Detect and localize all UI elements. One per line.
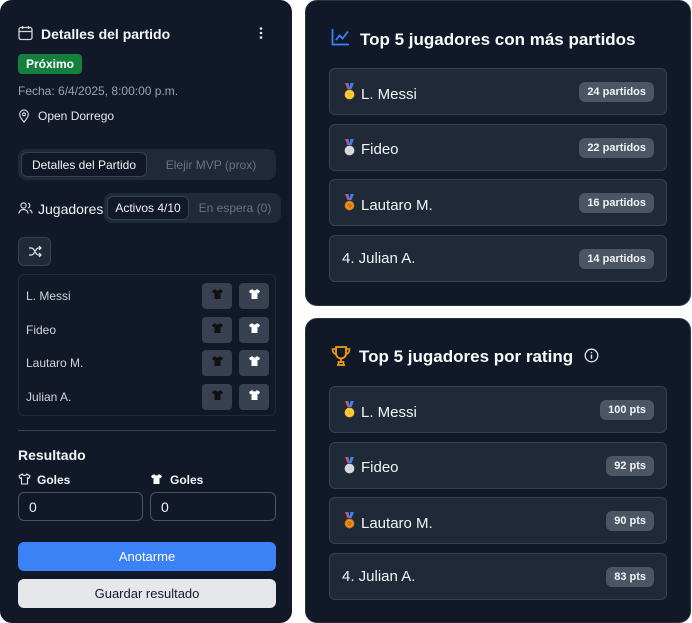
light-shirt-icon bbox=[248, 287, 261, 305]
ranking-value-badge: 90 pts bbox=[606, 511, 654, 532]
match-location: Open Dorrego bbox=[38, 109, 115, 123]
assign-light-team-button[interactable] bbox=[239, 316, 269, 343]
ranking-player-name: 4. Julian A. bbox=[342, 568, 416, 586]
top-rating-item: 4. Julian A. 83 pts bbox=[329, 553, 667, 601]
match-tabs: Detalles del Partido Elejir MVP (prox) bbox=[18, 149, 276, 180]
top-matches-item: L. Messi 24 partidos bbox=[329, 68, 667, 115]
player-name: L. Messi bbox=[26, 289, 71, 303]
shuffle-teams-button[interactable] bbox=[18, 237, 51, 266]
light-shirt-icon bbox=[248, 388, 261, 406]
users-icon bbox=[18, 201, 33, 215]
player-name: Julian A. bbox=[26, 389, 72, 404]
top-matches-item: Lautaro M. 16 partidos bbox=[329, 179, 667, 227]
ranking-value-badge: 83 pts bbox=[606, 567, 654, 588]
ranking-player: Fideo bbox=[342, 138, 399, 161]
tab-match-details[interactable]: Detalles del Partido bbox=[21, 152, 147, 177]
dark-shirt-icon bbox=[211, 354, 224, 372]
info-icon[interactable] bbox=[584, 348, 599, 363]
player-row: L. Messi bbox=[19, 279, 275, 313]
top-matches-item: 4. Julian A. 14 partidos bbox=[329, 235, 667, 283]
filled-shirt-icon bbox=[150, 473, 163, 485]
ranking-player: L. Messi bbox=[342, 83, 417, 105]
ranking-value-badge: 14 partidos bbox=[579, 249, 654, 270]
trophy-icon bbox=[330, 345, 352, 367]
ranking-player-name: Lautaro M. bbox=[361, 196, 433, 214]
assign-dark-team-button[interactable] bbox=[202, 283, 232, 309]
calendar-icon bbox=[18, 25, 33, 41]
save-result-button[interactable]: Guardar resultado bbox=[18, 579, 276, 608]
more-options-icon[interactable] bbox=[255, 26, 267, 40]
ranking-value-badge: 92 pts bbox=[606, 455, 654, 476]
assign-dark-team-button[interactable] bbox=[202, 350, 232, 376]
gold-medal-icon bbox=[342, 401, 357, 423]
silver-medal-icon bbox=[342, 456, 357, 479]
player-list: L. Messi Fideo Lautaro M. Julian A. bbox=[18, 274, 276, 416]
player-row: Fideo bbox=[19, 313, 275, 347]
result-title: Resultado bbox=[18, 447, 86, 463]
top-rating-item: Lautaro M. 90 pts bbox=[329, 497, 667, 545]
assign-light-team-button[interactable] bbox=[239, 350, 269, 376]
player-name: Lautaro M. bbox=[26, 356, 84, 370]
tab-waiting-players[interactable]: En espera (0) bbox=[191, 196, 279, 220]
ranking-value-badge: 100 pts bbox=[600, 400, 654, 420]
player-row: Julian A. bbox=[19, 380, 275, 414]
location-pin-icon bbox=[18, 109, 30, 123]
assign-dark-team-button[interactable] bbox=[202, 316, 232, 343]
ranking-player-name: Lautaro M. bbox=[361, 514, 433, 532]
tab-choose-mvp[interactable]: Elejir MVP (prox) bbox=[149, 152, 273, 177]
ranking-player: L. Messi bbox=[342, 401, 417, 423]
status-badge: Próximo bbox=[18, 54, 83, 74]
match-details-card: Detalles del partido Próximo Fecha: 6/4/… bbox=[0, 0, 292, 623]
players-tabs: Activos 4/10 En espera (0) bbox=[104, 193, 281, 223]
match-date: Fecha: 6/4/2025, 8:00:00 p.m. bbox=[18, 84, 179, 98]
ranking-player: Lautaro M. bbox=[342, 512, 433, 534]
dark-shirt-icon bbox=[211, 287, 224, 305]
ranking-player-name: Fideo bbox=[361, 459, 399, 477]
team-dark-goals-label: Goles bbox=[37, 473, 71, 487]
ranking-player-name: L. Messi bbox=[361, 85, 417, 103]
divider bbox=[18, 430, 276, 431]
bronze-medal-icon bbox=[342, 512, 357, 534]
ranking-player-name: L. Messi bbox=[361, 403, 417, 421]
line-chart-icon bbox=[331, 28, 350, 46]
top-rating-item: L. Messi 100 pts bbox=[329, 386, 667, 433]
ranking-player-name: Fideo bbox=[361, 141, 399, 159]
team-dark-goals-input[interactable]: 0 bbox=[18, 492, 143, 521]
ranking-player: 4. Julian A. bbox=[342, 568, 415, 585]
match-title: Detalles del partido bbox=[41, 26, 171, 42]
ranking-player-name: 4. Julian A. bbox=[342, 250, 416, 268]
ranking-player: 4. Julian A. bbox=[342, 250, 415, 267]
top-rating-item: Fideo 92 pts bbox=[329, 441, 667, 489]
top-matches-item: Fideo 22 partidos bbox=[329, 123, 667, 171]
ranking-player: Lautaro M. bbox=[342, 194, 433, 216]
top-matches-title: Top 5 jugadores con más partidos bbox=[360, 30, 636, 49]
players-label: Jugadores bbox=[38, 201, 104, 217]
tab-active-players[interactable]: Activos 4/10 bbox=[107, 196, 189, 220]
top-rating-card: Top 5 jugadores por rating L. Messi 100 p… bbox=[305, 318, 691, 623]
player-name: Fideo bbox=[26, 322, 57, 337]
top-rating-title: Top 5 jugadores por rating bbox=[359, 347, 574, 366]
ranking-value-badge: 24 partidos bbox=[579, 82, 654, 102]
assign-light-team-button[interactable] bbox=[239, 283, 269, 309]
outline-shirt-icon bbox=[18, 473, 31, 485]
dark-shirt-icon bbox=[211, 388, 224, 406]
team-light-goals-input[interactable]: 0 bbox=[150, 492, 276, 521]
silver-medal-icon bbox=[342, 138, 357, 161]
ranking-player: Fideo bbox=[342, 456, 399, 479]
bronze-medal-icon bbox=[342, 194, 357, 216]
sign-up-button[interactable]: Anotarme bbox=[18, 542, 276, 571]
player-row: Lautaro M. bbox=[19, 346, 275, 380]
light-shirt-icon bbox=[248, 321, 261, 339]
ranking-value-badge: 22 partidos bbox=[579, 137, 654, 158]
shuffle-icon bbox=[28, 245, 42, 258]
light-shirt-icon bbox=[248, 354, 261, 372]
assign-light-team-button[interactable] bbox=[239, 383, 269, 410]
ranking-value-badge: 16 partidos bbox=[579, 193, 654, 214]
gold-medal-icon bbox=[342, 83, 357, 105]
assign-dark-team-button[interactable] bbox=[202, 383, 232, 410]
top-matches-card: Top 5 jugadores con más partidos L. Mess… bbox=[305, 0, 691, 306]
team-light-goals-label: Goles bbox=[170, 473, 204, 487]
dark-shirt-icon bbox=[211, 321, 224, 339]
